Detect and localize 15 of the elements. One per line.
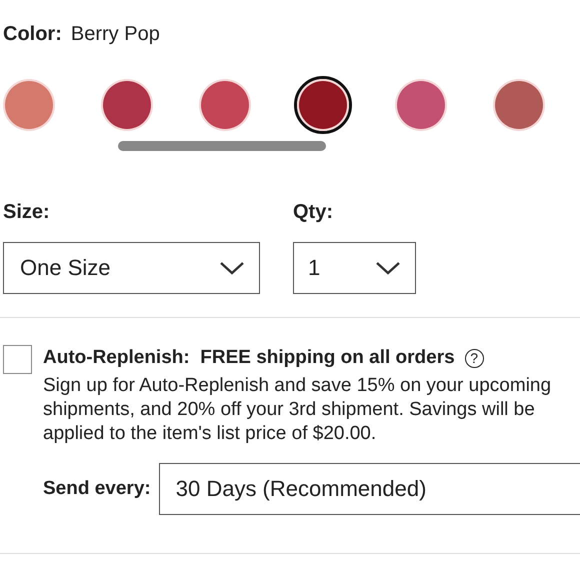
checkbox[interactable] (3, 345, 32, 374)
size-label: Size: (3, 201, 51, 224)
color-label: Color: (3, 23, 62, 46)
color-name: Berry Pop (70, 23, 160, 46)
help-icon[interactable]: ? (464, 348, 484, 368)
qty-label: Qty: (293, 201, 334, 224)
chevron-down-icon (219, 260, 245, 276)
frequency-label: Send every: (43, 478, 151, 500)
size-dropdown[interactable]: One Size (3, 242, 260, 294)
scrollbar[interactable] (118, 141, 326, 151)
auto-replenish-title: Auto-Replenish: FREE shipping on all orders (43, 347, 455, 369)
auto-replenish-description: Sign up for Auto-Replenish and save 15% on your upcoming shipments, and 20% off your 3rd shipment. Savings will be applied to the item's list price of $20.00. (43, 374, 552, 446)
chevron-down-icon (375, 260, 401, 276)
qty-dropdown[interactable]: 1 (293, 242, 416, 294)
frequency-dropdown[interactable]: 30 Days (Recommended) (158, 463, 580, 515)
